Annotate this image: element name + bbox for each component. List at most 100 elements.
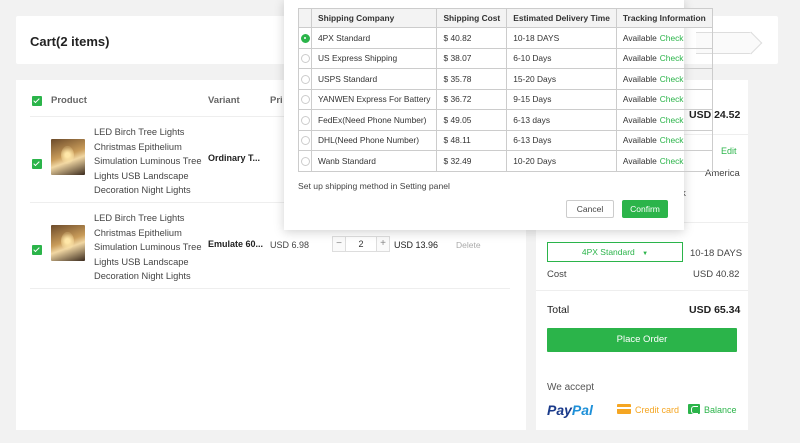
radio-column-header — [298, 8, 312, 28]
quantity-stepper: − 2 + — [332, 236, 390, 252]
product-variant: Emulate 60... — [208, 239, 264, 249]
check-link[interactable]: Check — [660, 33, 684, 43]
delivery-time: 6-10 Days — [506, 47, 617, 69]
tracking-info: Available Check — [615, 150, 713, 172]
delete-link[interactable]: Delete — [456, 240, 481, 250]
item-subtotal: USD 13.96 — [394, 240, 439, 250]
shipping-option-row[interactable]: US Express Shipping $ 38.07 6-10 Days Avail… — [298, 47, 713, 69]
shipping-option-row[interactable]: 4PX Standard $ 40.82 10-18 DAYS Available Ch… — [298, 27, 713, 49]
product-price: USD 6.98 — [270, 240, 310, 250]
product-name[interactable]: LED Birch Tree Lights Christmas Epitheli… — [94, 125, 206, 198]
shipping-option-row[interactable]: YANWEN Express For Battery $ 36.72 9-15 Da… — [298, 88, 713, 110]
tracking-status: Available — [622, 94, 657, 105]
edit-address-link[interactable]: Edit — [721, 146, 737, 156]
radio-button[interactable] — [300, 136, 310, 146]
shipping-company: USPS Standard — [310, 68, 438, 90]
shipping-cost: $ 40.82 — [436, 27, 508, 49]
confirm-button[interactable]: Confirm — [622, 200, 668, 218]
shipping-company: US Express Shipping — [310, 47, 438, 69]
total-label: Total — [547, 304, 570, 316]
radio-button[interactable] — [300, 74, 310, 84]
check-link[interactable]: Check — [660, 74, 684, 84]
check-link[interactable]: Check — [660, 53, 684, 63]
check-link[interactable]: Check — [660, 94, 684, 104]
tracking-status: Available — [622, 53, 657, 64]
tracking-info: Available Check — [615, 88, 713, 110]
item-checkbox[interactable] — [32, 159, 42, 169]
credit-card-option: Credit card — [617, 404, 679, 415]
quantity-input[interactable]: 2 — [346, 236, 376, 252]
check-link[interactable]: Check — [660, 115, 684, 125]
shipping-option-radio-cell[interactable] — [298, 68, 312, 90]
tracking-info: Available Check — [615, 129, 713, 151]
shipping-options-table: Shipping Company Shipping Cost Estimated… — [298, 8, 713, 172]
tracking-info: Available Check — [615, 68, 713, 90]
product-thumbnail[interactable] — [51, 225, 85, 261]
balance-option: Balance — [688, 404, 737, 415]
page-title: Cart(2 items) — [30, 34, 110, 49]
tracking-info: Available Check — [615, 27, 713, 49]
product-thumbnail[interactable] — [51, 139, 85, 175]
increment-button[interactable]: + — [376, 236, 390, 252]
shipping-option-radio-cell[interactable] — [298, 27, 312, 49]
tracking-status: Available — [622, 155, 657, 166]
total-value: USD 65.34 — [689, 304, 741, 316]
shipping-cost: $ 35.78 — [436, 68, 508, 90]
shipping-cost: $ 48.11 — [436, 129, 508, 151]
table-header-row: Shipping Company Shipping Cost Estimated… — [298, 8, 713, 28]
item-checkbox[interactable] — [32, 245, 42, 255]
shipping-option-row[interactable]: FedEx(Need Phone Number) $ 49.05 6-13 days… — [298, 109, 713, 131]
column-shipping-cost: Shipping Cost — [436, 8, 508, 28]
chevron-down-icon: ▼ — [642, 251, 649, 257]
product-name[interactable]: LED Birch Tree Lights Christmas Epitheli… — [94, 211, 206, 284]
radio-button[interactable] — [300, 33, 310, 43]
shipping-method-select[interactable]: 4PX Standard ▼ — [547, 242, 683, 262]
cancel-button[interactable]: Cancel — [566, 200, 614, 218]
place-order-button[interactable]: Place Order — [547, 328, 737, 352]
select-all-checkbox[interactable] — [32, 96, 42, 106]
check-link[interactable]: Check — [660, 156, 684, 166]
shipping-company: FedEx(Need Phone Number) — [310, 109, 438, 131]
column-price: Pri — [270, 95, 283, 106]
shipping-option-radio-cell[interactable] — [298, 109, 312, 131]
tracking-status: Available — [622, 73, 657, 84]
column-tracking: Tracking Information — [615, 8, 713, 28]
tracking-info: Available Check — [615, 47, 713, 69]
tracking-status: Available — [622, 135, 657, 146]
balance-icon — [688, 404, 700, 414]
divider — [536, 290, 748, 291]
delivery-time: 6-13 Days — [506, 129, 617, 151]
decrement-button[interactable]: − — [332, 236, 346, 252]
delivery-time: 9-15 Days — [506, 88, 617, 110]
delivery-time: 10-18 DAYS — [506, 27, 617, 49]
delivery-time: 15-20 Days — [506, 68, 617, 90]
cost-value: USD 40.82 — [693, 269, 740, 280]
radio-button[interactable] — [300, 95, 310, 105]
shipping-option-radio-cell[interactable] — [298, 129, 312, 151]
shipping-company: 4PX Standard — [310, 27, 438, 49]
tracking-status: Available — [622, 114, 657, 125]
radio-button[interactable] — [300, 156, 310, 166]
credit-card-icon — [617, 404, 631, 414]
delivery-time: 10-20 Days — [506, 150, 617, 172]
column-variant: Variant — [208, 95, 240, 106]
shipping-option-row[interactable]: Wanb Standard $ 32.49 10-20 Days Available C… — [298, 150, 713, 172]
shipping-cost: $ 38.07 — [436, 47, 508, 69]
shipping-option-radio-cell[interactable] — [298, 150, 312, 172]
delivery-time: 6-13 days — [506, 109, 617, 131]
shipping-company: Wanb Standard — [310, 150, 438, 172]
shipping-option-radio-cell[interactable] — [298, 88, 312, 110]
divider — [30, 288, 510, 289]
we-accept-label: We accept — [547, 382, 595, 393]
shipping-option-row[interactable]: USPS Standard $ 35.78 15-20 Days Available C… — [298, 68, 713, 90]
shipping-company: YANWEN Express For Battery — [310, 88, 438, 110]
radio-button[interactable] — [300, 54, 310, 64]
shipping-option-radio-cell[interactable] — [298, 47, 312, 69]
paypal-logo: PayPal — [547, 402, 593, 418]
shipping-method-value: 4PX Standard — [581, 247, 635, 257]
shipping-method-modal: Shipping Company Shipping Cost Estimated… — [284, 0, 713, 230]
shipping-cost: $ 32.49 — [436, 150, 508, 172]
radio-button[interactable] — [300, 115, 310, 125]
check-link[interactable]: Check — [660, 135, 684, 145]
shipping-option-row[interactable]: DHL(Need Phone Number) $ 48.11 6-13 Days Av… — [298, 129, 713, 151]
